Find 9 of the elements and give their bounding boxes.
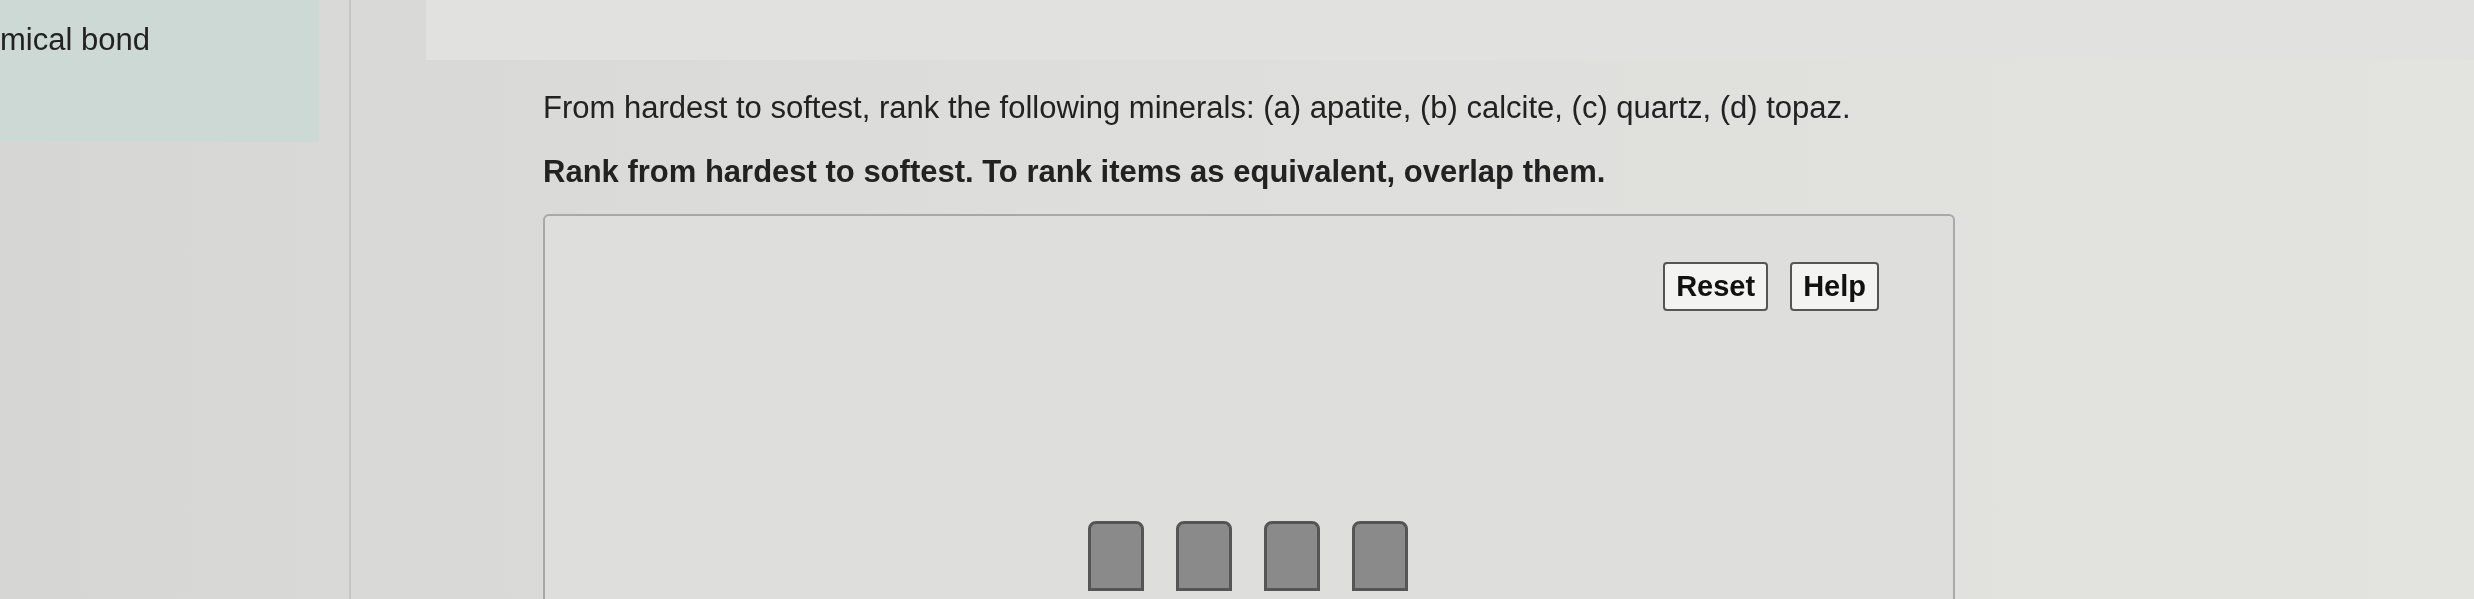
ranking-tile[interactable] <box>1352 521 1408 591</box>
toolbar-button[interactable]: Reset <box>1663 262 1769 311</box>
sidebar-item[interactable]: mical bond <box>0 22 150 58</box>
ranking-tile[interactable] <box>1264 521 1320 591</box>
ranking-tile[interactable] <box>1088 521 1144 591</box>
question-text: From hardest to softest, rank the following minerals: (a) apatite, (b) calcite, (c) quartz, (d) topaz. <box>543 90 1852 126</box>
instruction-text: Rank from hardest to softest. To rank items as equivalent, overlap them. <box>543 154 1607 190</box>
ranking-tile[interactable] <box>1176 521 1232 591</box>
toolbar-button[interactable]: Help <box>1790 262 1879 311</box>
